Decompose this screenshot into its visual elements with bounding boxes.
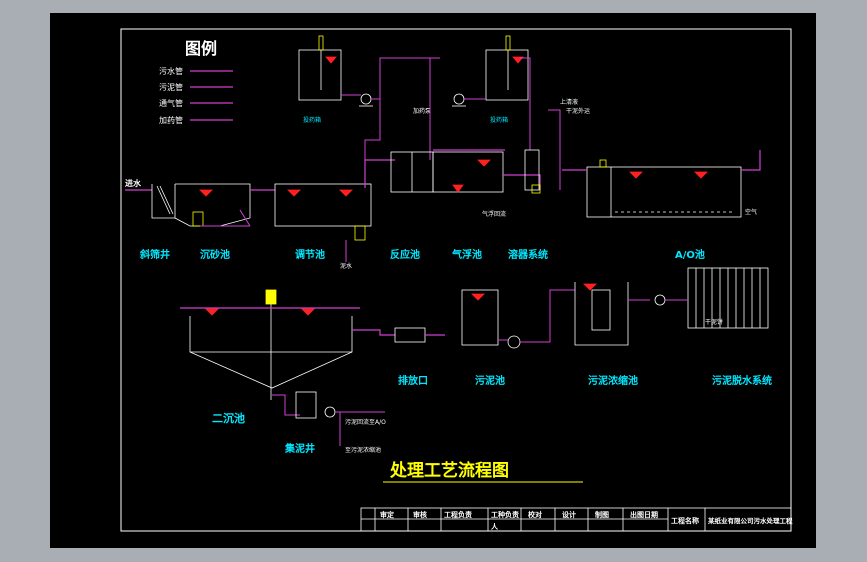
air-dissolving-system bbox=[524, 149, 541, 194]
title-cell: 审定 bbox=[380, 510, 394, 519]
project-name: 某纸业有限公司污水处理工程 bbox=[708, 516, 793, 525]
pipe bbox=[741, 150, 761, 171]
title-cell-extra: 人 bbox=[491, 522, 499, 531]
sludge-tank bbox=[461, 289, 521, 349]
unit-label: 调节池 bbox=[295, 248, 325, 261]
screen-well bbox=[151, 184, 176, 219]
title-cell: 工程名称 bbox=[671, 516, 699, 525]
title-cell: 设计 bbox=[562, 510, 576, 519]
unit-label: 二沉池 bbox=[212, 411, 245, 425]
unit-label: 集泥井 bbox=[284, 442, 315, 455]
annotation: 至污泥浓缩池 bbox=[345, 446, 381, 454]
title-cell: 制图 bbox=[595, 510, 609, 519]
unit-label: 污泥脱水系统 bbox=[712, 374, 772, 387]
sludge-thickener bbox=[574, 282, 629, 346]
unit-label: 排放口 bbox=[398, 374, 428, 387]
legend: 图例 污水管 污泥管 通气管 加药管 bbox=[159, 39, 233, 125]
ao-tank bbox=[586, 159, 742, 218]
title-cell: 校对 bbox=[528, 510, 542, 519]
legend-item-label: 污泥管 bbox=[159, 82, 183, 92]
annotation: 气浮回流 bbox=[482, 210, 506, 218]
annotation: 污泥回流至A/O bbox=[345, 418, 386, 426]
dosing-tank-right bbox=[485, 35, 529, 101]
annotation: 干泥外运 bbox=[566, 107, 590, 115]
secondary-clarifier bbox=[189, 289, 353, 400]
dosing-pump-icon bbox=[359, 93, 466, 107]
annotation: 空气 bbox=[745, 208, 757, 216]
annotation: 上清液 bbox=[560, 98, 578, 106]
inlet-label: 进水 bbox=[125, 178, 142, 188]
dosing-tank-left bbox=[298, 35, 342, 101]
unit-label: 溶器系统 bbox=[508, 248, 548, 261]
legend-item-label: 加药管 bbox=[159, 115, 183, 125]
process-flow-diagram: 图例 污水管 污泥管 通气管 加药管 投药箱 投药箱 加药泵 进水 泥水 气浮回… bbox=[120, 28, 793, 532]
pipe bbox=[503, 174, 541, 190]
drawing-title: 处理工艺流程图 bbox=[389, 460, 509, 481]
pipe bbox=[352, 329, 395, 336]
dosing-pipes bbox=[341, 57, 531, 160]
pipe bbox=[548, 109, 561, 190]
title-cell: 工种负责 bbox=[491, 510, 519, 519]
pipe bbox=[520, 289, 575, 343]
title-cell: 出图日期 bbox=[630, 510, 658, 519]
unit-label: 斜筛井 bbox=[139, 248, 170, 261]
annotation: 干泥饼 bbox=[705, 318, 723, 326]
legend-item-label: 污水管 bbox=[159, 66, 183, 76]
title-cell: 工程负责 bbox=[444, 510, 472, 519]
legend-title: 图例 bbox=[185, 39, 217, 58]
unit-label: 沉砂池 bbox=[200, 248, 230, 261]
unit-label: 反应池 bbox=[390, 248, 420, 261]
inner-frame bbox=[120, 28, 792, 532]
unit-label: 污泥浓缩池 bbox=[588, 374, 638, 387]
unit-label: A/O池 bbox=[675, 248, 705, 261]
grit-chamber bbox=[174, 183, 251, 227]
tank-label: 投药箱 bbox=[490, 116, 508, 124]
sludge-collection-well bbox=[295, 391, 336, 419]
tank-label: 投药箱 bbox=[303, 116, 321, 124]
legend-item-label: 通气管 bbox=[159, 98, 183, 108]
discharge-outlet bbox=[394, 327, 426, 343]
equalization-tank bbox=[274, 183, 372, 241]
unit-label: 气浮池 bbox=[451, 248, 482, 261]
title-cell: 审核 bbox=[413, 510, 427, 519]
unit-label: 污泥池 bbox=[475, 374, 505, 387]
reaction-tank bbox=[390, 151, 504, 193]
dosing-pump-label: 加药泵 bbox=[413, 107, 431, 115]
annotation: 泥水 bbox=[340, 262, 352, 270]
